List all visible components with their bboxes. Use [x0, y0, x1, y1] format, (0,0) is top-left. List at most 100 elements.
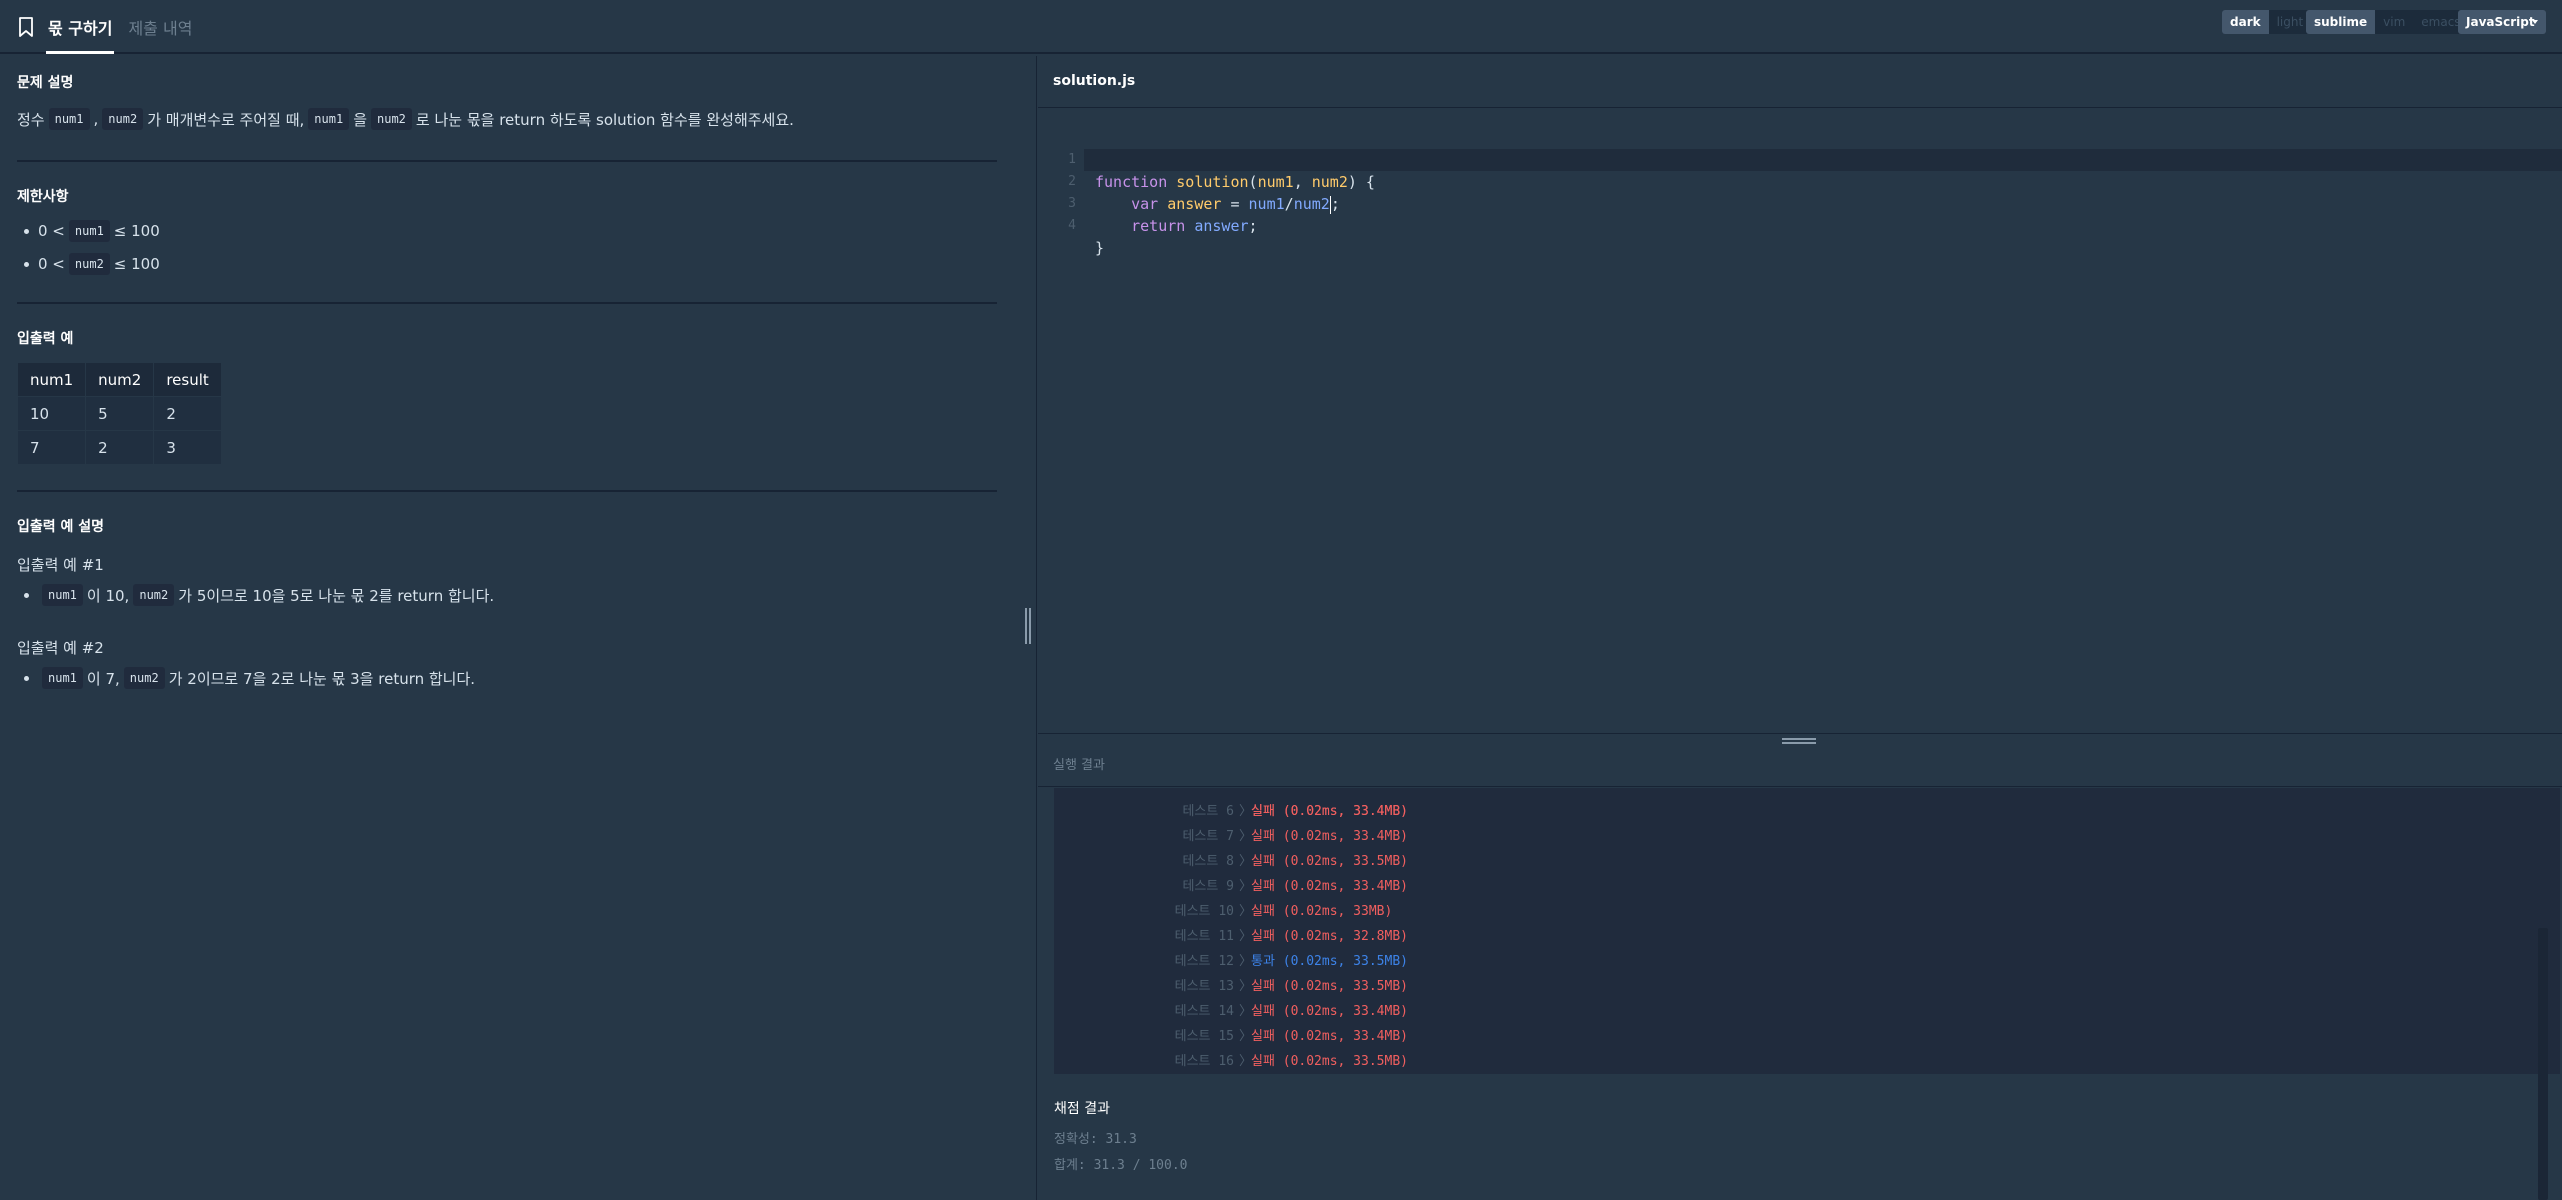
code-token: }	[1095, 239, 1105, 257]
table-header: num2	[85, 362, 155, 397]
theme-light-button[interactable]: light	[2269, 10, 2312, 34]
table-header: result	[153, 362, 223, 397]
section-divider	[17, 302, 997, 304]
test-result-line: 테스트 6 〉 실패 (0.02ms, 33.4MB)	[1054, 799, 2554, 824]
language-label: JavaScript	[2466, 15, 2535, 29]
accuracy-text: 정확성: 31.3	[1054, 1132, 1137, 1147]
test-status-fail: 실패 (0.02ms, 33.4MB)	[1251, 804, 1408, 819]
section-divider	[17, 490, 997, 492]
editor-filename: solution.js	[1053, 73, 1136, 89]
test-label: 테스트 9	[1182, 879, 1234, 894]
top-bar: 몫 구하기 제출 내역 dark light sublime vim emacs…	[0, 0, 2562, 54]
test-status-fail: 실패 (0.02ms, 33.5MB)	[1251, 1054, 1408, 1069]
test-label: 테스트 11	[1174, 929, 1234, 944]
test-label: 테스트 10	[1174, 904, 1234, 919]
code-num1: num1	[308, 108, 350, 130]
limit-post: ≤ 100	[113, 255, 160, 273]
language-select[interactable]: JavaScript	[2458, 10, 2546, 34]
code-num2: num2	[68, 253, 110, 275]
code-token: return	[1131, 217, 1186, 235]
limit-item: 0 < num2 ≤ 100	[24, 253, 160, 275]
desc-text-5: 로 나눈 몫을 return 하도록 solution 함수를 완성해주세요.	[415, 110, 794, 129]
table-header-row: num1 num2 result	[16, 362, 223, 397]
code-token: answer	[1194, 217, 1249, 235]
example-1-title: 입출력 예 #1	[17, 556, 104, 574]
chevron-down-icon	[2532, 20, 2538, 24]
test-results-list[interactable]: 실패 (0.02ms, 33.4MB) 테스트 6 〉 실패 (0.02ms, 33…	[1054, 788, 2560, 1074]
test-status-fail: 실패 (0.02ms, 33.4MB)	[1251, 1004, 1408, 1019]
test-status-fail: 실패 (0.02ms, 33.4MB)	[1251, 829, 1408, 844]
test-label: 테스트 13	[1174, 979, 1234, 994]
test-status-fail: 실패 (0.02ms, 33.5MB)	[1251, 979, 1408, 994]
table-cell: 2	[85, 430, 155, 465]
example-text: 이 7,	[86, 669, 120, 688]
results-resize-handle[interactable]	[1782, 738, 1816, 748]
example-text: 가 2이므로 7을 2로 나눈 몫 3을 return 합니다.	[168, 669, 476, 688]
section-divider	[17, 160, 997, 162]
code-num1: num1	[42, 584, 83, 606]
test-status-fail: 실패 (0.02ms, 33.5MB)	[1251, 854, 1408, 869]
test-result-line: 테스트 9 〉 실패 (0.02ms, 33.4MB)	[1054, 874, 2554, 899]
code-line-active[interactable]: 2 var answer = num1/num2;	[1068, 149, 2562, 214]
test-result-line: 테스트 13 〉 실패 (0.02ms, 33.5MB)	[1054, 974, 2554, 999]
limits-title: 제한사항	[17, 189, 69, 205]
grade-title: 채점 결과	[1054, 1101, 1110, 1117]
table-row: 7 2 3	[16, 430, 223, 465]
limit-pre: 0 <	[38, 255, 65, 273]
tab-bar: 몫 구하기 제출 내역	[18, 0, 192, 54]
test-result-line: 테스트 12 〉 통과 (0.02ms, 33.5MB)	[1054, 949, 2554, 974]
table-cell: 5	[85, 396, 155, 431]
results-title: 실행 결과	[1053, 758, 1105, 773]
theme-toggle: dark light	[2222, 10, 2312, 34]
test-result-line: 테스트 10 〉 실패 (0.02ms, 33MB)	[1054, 899, 2554, 924]
desc-text-4: 을	[353, 110, 367, 129]
resize-handle[interactable]	[1022, 608, 1034, 644]
code-line[interactable]: 3 return answer;	[1038, 171, 2562, 235]
code-editor[interactable]: 1 function solution(num1, num2) { 2 var …	[1038, 109, 2562, 733]
panel-divider	[1036, 56, 1037, 1200]
io-example-table: num1 num2 result 10 5 2 7 2 3	[16, 362, 223, 465]
test-label: 테스트 14	[1174, 1004, 1234, 1019]
code-token: ;	[1248, 217, 1258, 235]
desc-text-1: 정수	[17, 110, 45, 129]
code-num2: num2	[133, 584, 175, 606]
table-cell: 3	[153, 430, 223, 465]
test-result-line: 테스트 11 〉 실패 (0.02ms, 32.8MB)	[1054, 924, 2554, 949]
example-text: 가 5이므로 10을 5로 나눈 몫 2를 return 합니다.	[178, 586, 495, 605]
code-line[interactable]: 4 }	[1038, 193, 2562, 257]
bookmark-icon[interactable]	[18, 17, 34, 37]
example-text: 이 10,	[86, 586, 130, 605]
keymap-sublime-button[interactable]: sublime	[2306, 10, 2376, 34]
example-2-title: 입출력 예 #2	[17, 639, 104, 657]
limit-item: 0 < num1 ≤ 100	[24, 220, 160, 242]
tab-problem[interactable]: 몫 구하기	[45, 0, 115, 54]
table-row: 10 5 2	[16, 396, 223, 431]
table-cell: 2	[153, 396, 223, 431]
results-scrollbar[interactable]	[2538, 928, 2548, 1200]
table-cell: 10	[16, 396, 87, 431]
tab-submissions[interactable]: 제출 내역	[128, 15, 192, 39]
example-2-text: num1 이 7, num2 가 2이므로 7을 2로 나눈 몫 3을 retu…	[23, 667, 476, 689]
code-line[interactable]: 1 function solution(num1, num2) {	[1038, 127, 2562, 191]
keymap-vim-button[interactable]: vim	[2375, 10, 2413, 34]
editor-header: solution.js	[1038, 56, 2562, 108]
theme-dark-button[interactable]: dark	[2222, 10, 2269, 34]
test-label: 테스트 15	[1174, 1029, 1234, 1044]
results-panel: 실패 (0.02ms, 33.4MB) 테스트 6 〉 실패 (0.02ms, 33…	[1038, 788, 2562, 1200]
limit-pre: 0 <	[38, 222, 65, 240]
test-result-line: 테스트 7 〉 실패 (0.02ms, 33.4MB)	[1054, 824, 2554, 849]
test-status-fail: 실패 (0.02ms, 33MB)	[1251, 904, 1393, 919]
test-label: 테스트 16	[1174, 1054, 1234, 1069]
io-explanation-title: 입출력 예 설명	[17, 519, 105, 535]
table-header: num1	[16, 362, 87, 397]
test-label: 테스트 6	[1182, 804, 1234, 819]
description-text: 정수 num1 , num2 가 매개변수로 주어질 때, num1 을 num…	[17, 108, 794, 130]
total-score-text: 합계: 31.3 / 100.0	[1054, 1158, 1188, 1173]
test-status-fail: 실패 (0.02ms, 32.8MB)	[1251, 929, 1408, 944]
code-num1: num1	[42, 667, 83, 689]
test-label: 테스트 12	[1174, 954, 1234, 969]
line-number: 4	[1068, 218, 1076, 233]
test-status-pass: 통과 (0.02ms, 33.5MB)	[1251, 954, 1408, 969]
line-number: 1	[1068, 152, 1076, 167]
